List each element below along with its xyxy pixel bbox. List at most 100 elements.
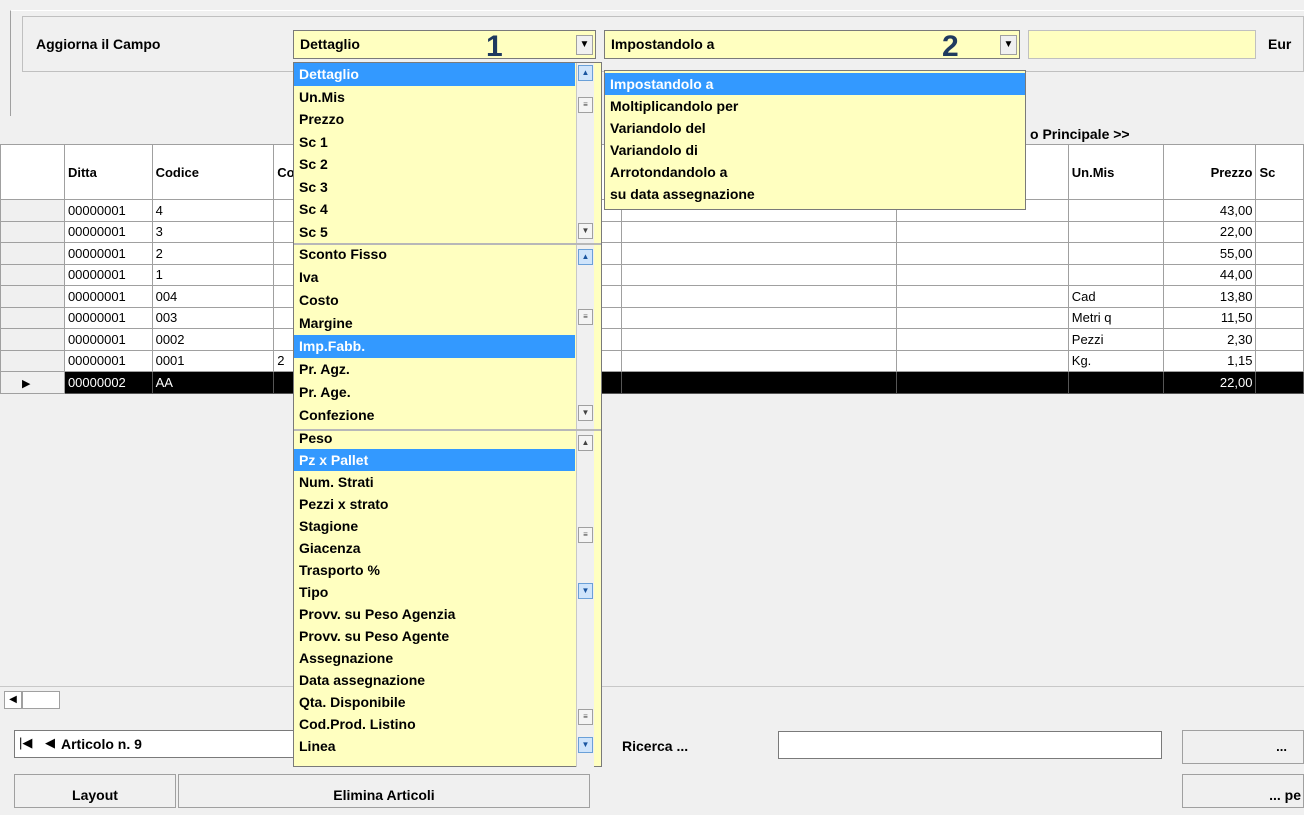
delete-articles-button[interactable]: Elimina Articoli bbox=[178, 774, 590, 808]
field-select-combo[interactable]: Dettaglio ▼ bbox=[293, 30, 596, 59]
combo1-dropdown-button[interactable]: ▼ bbox=[576, 35, 593, 55]
cell-extra[interactable] bbox=[895, 285, 1069, 308]
dropdown1-scrollbar-c[interactable]: ▲ ≡ ▼ ≡ ▼ bbox=[576, 431, 594, 767]
dropdown-option[interactable]: Qta. Disponibile bbox=[294, 691, 575, 713]
cell-extra[interactable] bbox=[895, 220, 1069, 243]
scroll-thumb[interactable] bbox=[22, 691, 60, 709]
per-button[interactable]: ... pe bbox=[1182, 774, 1304, 808]
cell-prezzo[interactable]: 2,30 bbox=[1162, 328, 1257, 351]
dropdown-option[interactable]: Giacenza bbox=[294, 537, 575, 559]
row-indicator[interactable] bbox=[0, 285, 65, 308]
dropdown-option[interactable]: Sc 1 bbox=[294, 131, 575, 154]
table-row[interactable]: 00000001 3 22,00 bbox=[0, 220, 1304, 243]
cell-desc2[interactable] bbox=[621, 371, 897, 394]
cell-sc[interactable] bbox=[1255, 306, 1304, 329]
dropdown-option[interactable]: Tipo bbox=[294, 581, 575, 603]
cell-sc[interactable] bbox=[1255, 285, 1304, 308]
dropdown-option[interactable]: Sc 2 bbox=[294, 153, 575, 176]
search-input[interactable] bbox=[778, 731, 1162, 759]
row-indicator[interactable] bbox=[0, 242, 65, 265]
scroll-down-icon[interactable]: ▼ bbox=[578, 405, 593, 421]
col-header-unmis[interactable]: Un.Mis bbox=[1067, 144, 1164, 200]
horizontal-scrollbar[interactable]: ◀ bbox=[0, 686, 1304, 712]
table-row[interactable]: 00000001 2 55,00 bbox=[0, 242, 1304, 265]
cell-codice[interactable]: 004 bbox=[151, 285, 275, 308]
cell-ditta[interactable]: 00000001 bbox=[63, 349, 153, 372]
cell-unmis[interactable] bbox=[1067, 263, 1164, 286]
cell-unmis[interactable]: Pezzi bbox=[1067, 328, 1164, 351]
dropdown-option[interactable]: Variandolo del bbox=[605, 117, 1025, 139]
dropdown-option[interactable]: Sconto Fisso bbox=[294, 243, 575, 266]
cell-codice[interactable]: 3 bbox=[151, 220, 275, 243]
cell-extra[interactable] bbox=[895, 306, 1069, 329]
scroll-left-button[interactable]: ◀ bbox=[4, 691, 22, 709]
dropdown-option[interactable]: Un.Mis bbox=[294, 86, 575, 109]
col-header-codice[interactable]: Codice bbox=[151, 144, 275, 200]
cell-extra[interactable] bbox=[895, 242, 1069, 265]
cell-prezzo[interactable]: 43,00 bbox=[1162, 199, 1257, 222]
cell-sc[interactable] bbox=[1255, 220, 1304, 243]
table-row[interactable]: 00000001003ottoMetri q11,50 bbox=[0, 306, 1304, 329]
dropdown-option[interactable]: Arrotondandolo a bbox=[605, 161, 1025, 183]
scroll-up-icon[interactable]: ▲ bbox=[578, 65, 593, 81]
first-record-icon[interactable]: |◀ bbox=[19, 735, 32, 751]
dropdown-option[interactable]: Costo bbox=[294, 289, 575, 312]
row-indicator[interactable] bbox=[0, 199, 65, 222]
cell-codice[interactable]: 2 bbox=[151, 242, 275, 265]
cell-codice[interactable]: 1 bbox=[151, 263, 275, 286]
cell-prezzo[interactable]: 1,15 bbox=[1162, 349, 1257, 372]
scroll-thumb-grip-icon[interactable]: ≡ bbox=[578, 309, 593, 325]
dropdown-option[interactable]: Provv. su Peso Agenzia bbox=[294, 603, 575, 625]
cell-desc2[interactable] bbox=[621, 306, 897, 329]
dropdown-option[interactable]: Sc 4 bbox=[294, 198, 575, 221]
cell-prezzo[interactable]: 44,00 bbox=[1162, 263, 1257, 286]
scroll-down-icon[interactable]: ▼ bbox=[578, 737, 593, 753]
col-header-prezzo[interactable]: Prezzo bbox=[1162, 144, 1257, 200]
dropdown1-scrollbar[interactable]: ▲ ≡ ▼ bbox=[576, 63, 594, 243]
dropdown-option[interactable]: Iva bbox=[294, 266, 575, 289]
cell-prezzo[interactable]: 11,50 bbox=[1162, 306, 1257, 329]
cell-unmis[interactable]: Metri q bbox=[1067, 306, 1164, 329]
layout-button[interactable]: Layout bbox=[14, 774, 176, 808]
cell-codice[interactable]: AA bbox=[151, 371, 275, 394]
cell-prezzo[interactable]: 55,00 bbox=[1162, 242, 1257, 265]
dropdown-option[interactable]: Confezione bbox=[294, 404, 575, 427]
field-dropdown-list[interactable]: Dettaglio Un.Mis Prezzo Sc 1 Sc 2 Sc 3 Sc 4 Sc … bbox=[293, 62, 602, 767]
dropdown-option[interactable]: Variandolo di bbox=[605, 139, 1025, 161]
cell-desc2[interactable] bbox=[621, 349, 897, 372]
scroll-thumb-grip-icon[interactable]: ≡ bbox=[578, 97, 593, 113]
cell-prezzo[interactable]: 22,00 bbox=[1162, 371, 1257, 394]
dropdown-option[interactable]: Num. Strati bbox=[294, 471, 575, 493]
cell-codice[interactable]: 0002 bbox=[151, 328, 275, 351]
dropdown-option[interactable]: Prezzo bbox=[294, 108, 575, 131]
table-row[interactable]: 00000001 0002 Pezzi 2,30 bbox=[0, 328, 1304, 351]
cell-unmis[interactable]: Kg. bbox=[1067, 349, 1164, 372]
cell-sc[interactable] bbox=[1255, 371, 1304, 394]
row-indicator[interactable] bbox=[0, 328, 65, 351]
dropdown-option[interactable]: Pezzi x strato bbox=[294, 493, 575, 515]
cell-sc[interactable] bbox=[1255, 199, 1304, 222]
dropdown-option[interactable]: Dettaglio bbox=[294, 63, 575, 86]
cell-ditta[interactable]: 00000001 bbox=[63, 306, 153, 329]
row-indicator[interactable]: ▶ bbox=[0, 371, 65, 394]
dropdown-option[interactable]: Moltiplicandolo per bbox=[605, 95, 1025, 117]
cell-ditta[interactable]: 00000001 bbox=[63, 220, 153, 243]
cell-sc[interactable] bbox=[1255, 349, 1304, 372]
cell-unmis[interactable] bbox=[1067, 371, 1164, 394]
table-row[interactable]: 00000001 1 44,00 bbox=[0, 263, 1304, 286]
dropdown-option[interactable]: Imp.Fabb. bbox=[294, 335, 575, 358]
cell-ditta[interactable]: 00000001 bbox=[63, 199, 153, 222]
scroll-down-icon[interactable]: ▼ bbox=[578, 583, 593, 599]
cell-desc2[interactable] bbox=[621, 285, 897, 308]
dropdown-option[interactable]: su data assegnazione bbox=[605, 183, 1025, 205]
cell-sc[interactable] bbox=[1255, 242, 1304, 265]
cell-unmis[interactable] bbox=[1067, 199, 1164, 222]
search-dots-button[interactable]: ... bbox=[1182, 730, 1304, 764]
cell-sc[interactable] bbox=[1255, 263, 1304, 286]
cell-prezzo[interactable]: 13,80 bbox=[1162, 285, 1257, 308]
prev-record-icon[interactable]: ◀ bbox=[45, 735, 55, 751]
cell-codice[interactable]: 4 bbox=[151, 199, 275, 222]
table-row[interactable]: 00000001 004 Cad 13,80 bbox=[0, 285, 1304, 308]
cell-codice[interactable]: 003 bbox=[151, 306, 275, 329]
table-row[interactable]: 00000001 0001 2 Kg. 1,15 bbox=[0, 349, 1304, 372]
